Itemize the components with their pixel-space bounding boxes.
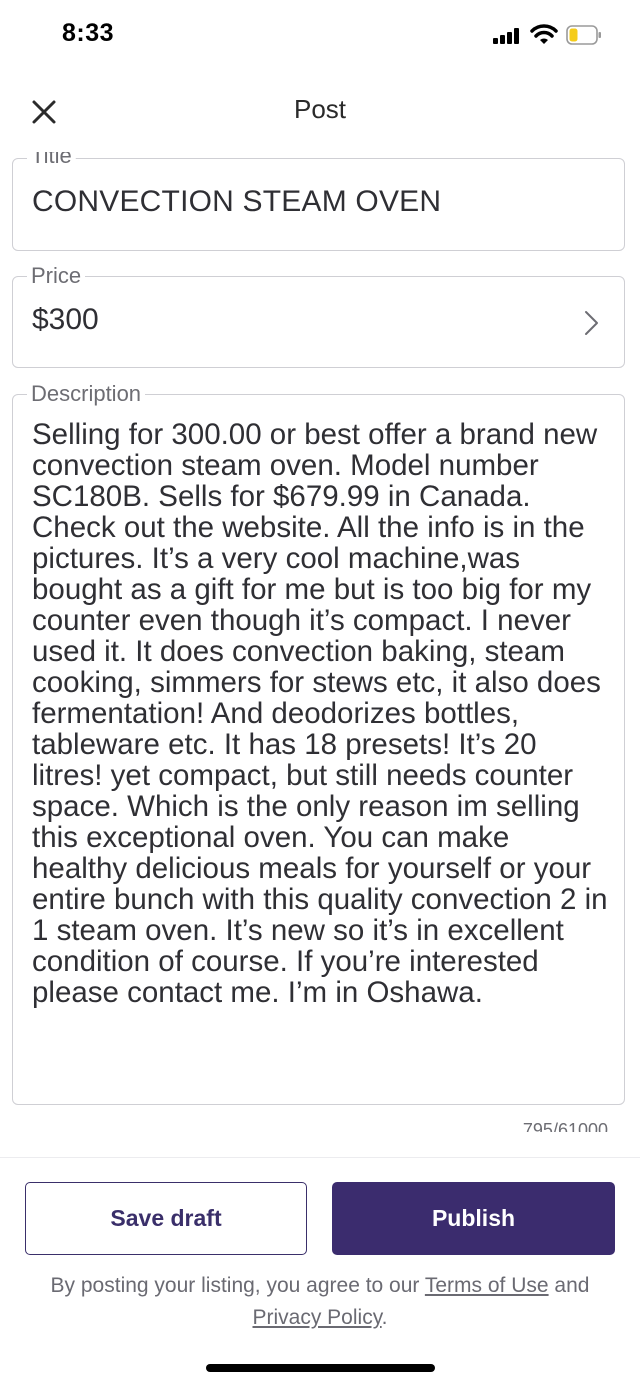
price-field[interactable]: Price $300 xyxy=(12,263,625,368)
description-textarea[interactable]: Selling for 300.00 or best offer a brand… xyxy=(32,419,612,1008)
cellular-signal-icon xyxy=(493,28,521,44)
price-value[interactable]: $300 xyxy=(32,303,99,337)
title-input[interactable]: CONVECTION STEAM OVEN xyxy=(32,185,441,219)
description-label: Description xyxy=(27,381,146,407)
title-label: Title xyxy=(27,152,76,169)
chevron-right-icon xyxy=(585,311,598,335)
price-label: Price xyxy=(27,263,86,289)
character-count: 795/61000 xyxy=(522,1120,608,1132)
status-time: 8:33 xyxy=(62,19,115,47)
title-field[interactable]: Title CONVECTION STEAM OVEN xyxy=(12,152,625,251)
publish-button[interactable]: Publish xyxy=(332,1182,615,1255)
divider xyxy=(0,1157,640,1158)
battery-icon xyxy=(566,25,601,45)
page-title: Post xyxy=(293,94,347,124)
save-draft-button[interactable]: Save draft xyxy=(25,1182,307,1255)
status-bar: 8:33 xyxy=(0,0,640,70)
wifi-icon xyxy=(530,24,558,44)
header: Post xyxy=(0,80,640,142)
legal-suffix: . xyxy=(381,1306,388,1329)
legal-prefix: By posting your listing, you agree to ou… xyxy=(50,1274,425,1297)
legal-notice: By posting your listing, you agree to ou… xyxy=(0,1270,640,1334)
legal-middle: and xyxy=(548,1274,590,1297)
home-indicator[interactable] xyxy=(206,1364,435,1372)
terms-of-use-link[interactable]: Terms of Use xyxy=(425,1274,549,1297)
description-field[interactable]: Description Selling for 300.00 or best o… xyxy=(12,381,625,1105)
privacy-policy-link[interactable]: Privacy Policy xyxy=(253,1306,382,1329)
